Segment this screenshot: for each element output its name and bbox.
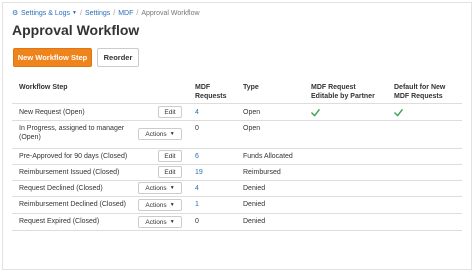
caret-down-icon: ▼: [169, 202, 175, 208]
workflow-step-name: Reimbursement Declined (Closed): [19, 200, 126, 209]
row-divider: [12, 230, 462, 231]
table-row: Pre-Approved for 90 days (Closed) Edit 6 Fu…: [0, 148, 474, 164]
workflow-type: Funds Allocated: [243, 153, 293, 160]
actions-dropdown-button[interactable]: Actions ▼: [138, 128, 182, 140]
actions-dropdown-button[interactable]: Actions ▼: [138, 199, 182, 211]
check-icon: [394, 109, 403, 117]
edit-button[interactable]: Edit: [158, 106, 182, 118]
workflow-step-name-line1: Reimbursement Issued (Closed): [19, 169, 120, 176]
table-row: New Request (Open) Edit 4 Open: [0, 104, 474, 120]
workflow-step-name-line1: New Request (Open): [19, 109, 85, 116]
workflow-step-name-line2: (Open): [19, 134, 41, 141]
workflow-step-name-line1: Reimbursement Declined (Closed): [19, 201, 126, 208]
mdf-requests-count[interactable]: 4: [195, 108, 199, 117]
edit-button[interactable]: Edit: [158, 150, 182, 162]
header-default-line2: MDF Requests: [394, 93, 443, 100]
mdf-requests-count: 0: [195, 125, 199, 132]
breadcrumb-separator: /: [136, 9, 139, 17]
header-default-for-new: Default for New MDF Requests: [394, 83, 445, 101]
mdf-requests-count[interactable]: 1: [195, 200, 199, 209]
actions-dropdown-button[interactable]: Actions ▼: [138, 216, 182, 228]
workflow-type: Open: [243, 125, 261, 132]
action-label: Actions: [145, 184, 167, 192]
workflow-step-name: Request Declined (Closed): [19, 184, 103, 193]
breadcrumb-separator: /: [79, 9, 82, 17]
table-row: Request Declined (Closed) Actions ▼ 4 Denied: [0, 180, 474, 196]
workflow-step-name-line1: Request Expired (Closed): [19, 218, 100, 225]
action-label: Actions: [145, 201, 167, 209]
workflow-step-name-line1: Pre-Approved for 90 days (Closed): [19, 153, 128, 160]
new-workflow-step-button[interactable]: New Workflow Step: [13, 48, 92, 67]
actions-dropdown-button[interactable]: Actions ▼: [138, 182, 182, 194]
action-label: Edit: [164, 108, 176, 116]
workflow-type: Open: [243, 109, 261, 116]
workflow-step-name-line1: Request Declined (Closed): [19, 185, 103, 192]
header-mdf-requests-line1: MDF: [195, 84, 211, 91]
gear-icon: ⚙: [12, 9, 19, 17]
workflow-step-name: Request Expired (Closed): [19, 217, 99, 226]
workflow-type: Denied: [243, 185, 266, 192]
header-editable-line1: MDF Request: [311, 84, 356, 91]
breadcrumb-separator: /: [113, 9, 116, 17]
check-icon: [311, 109, 320, 117]
workflow-step-name: New Request (Open): [19, 108, 85, 117]
action-label: Edit: [164, 168, 176, 176]
page-title: Approval Workflow: [12, 22, 140, 38]
breadcrumb-root[interactable]: Settings & Logs: [21, 10, 70, 17]
workflow-step-name-line1: In Progress, assigned to manager: [19, 125, 125, 132]
reorder-button[interactable]: Reorder: [97, 48, 139, 67]
breadcrumb-current: Approval Workflow: [141, 9, 200, 17]
action-label: Actions: [145, 130, 167, 138]
breadcrumb: ⚙ Settings & Logs ▼ / Settings / MDF / A…: [12, 8, 200, 18]
header-mdf-requests: MDF Requests: [195, 83, 227, 101]
workflow-type: Denied: [243, 218, 266, 225]
caret-down-icon: ▼: [169, 185, 175, 191]
action-label: Actions: [145, 218, 167, 226]
header-type: Type: [243, 84, 259, 91]
header-editable-by-partner: MDF Request Editable by Partner: [311, 83, 375, 101]
mdf-requests-count: 0: [195, 218, 199, 225]
caret-down-icon: ▼: [169, 131, 175, 137]
action-label: Edit: [164, 152, 176, 160]
caret-down-icon: ▼: [169, 219, 175, 225]
breadcrumb-mdf[interactable]: MDF: [118, 10, 133, 17]
workflow-step-name: Reimbursement Issued (Closed): [19, 168, 119, 177]
header-workflow-step: Workflow Step: [19, 84, 68, 91]
table-row: Reimbursement Issued (Closed) Edit 19 Reimb…: [0, 164, 474, 180]
mdf-requests-count[interactable]: 4: [195, 184, 199, 193]
workflow-type: Denied: [243, 201, 266, 208]
workflow-type: Reimbursed: [243, 169, 281, 176]
workflow-step-name: Pre-Approved for 90 days (Closed): [19, 152, 127, 161]
workflow-step-name: In Progress, assigned to manager (Open): [19, 124, 124, 142]
mdf-requests-count[interactable]: 6: [195, 152, 199, 161]
table-row: Request Expired (Closed) Actions ▼ 0 Denied: [0, 213, 474, 230]
header-editable-line2: Editable by Partner: [311, 93, 375, 100]
caret-down-icon[interactable]: ▼: [72, 10, 77, 16]
table-row: Reimbursement Declined (Closed) Actions ▼ 1…: [0, 196, 474, 213]
edit-button[interactable]: Edit: [158, 166, 182, 178]
header-mdf-requests-line2: Requests: [195, 93, 227, 100]
mdf-requests-count[interactable]: 19: [195, 168, 203, 177]
header-default-line1: Default for New: [394, 84, 446, 91]
breadcrumb-settings[interactable]: Settings: [85, 10, 110, 17]
table-row: In Progress, assigned to manager (Open) Ac…: [0, 120, 474, 148]
